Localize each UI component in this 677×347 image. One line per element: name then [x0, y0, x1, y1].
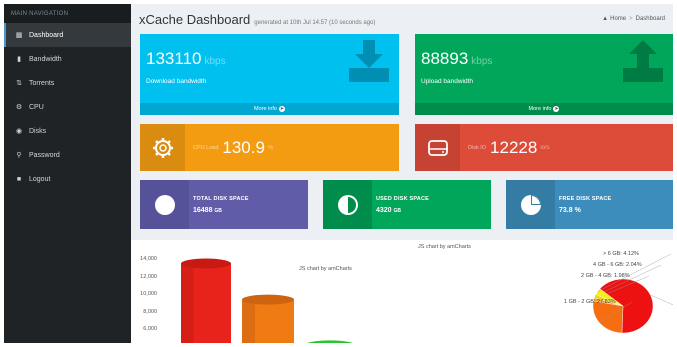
breadcrumb-home[interactable]: Home	[610, 16, 626, 22]
upload-more-info[interactable]: More info ➤	[415, 103, 673, 115]
y-tick-label: 6,000	[143, 326, 157, 333]
arrow-circle-right-icon: ➤	[278, 106, 285, 112]
sidebar-item-logout[interactable]: ■ Logout	[4, 167, 131, 191]
cpu-icon: ⚙	[15, 104, 23, 111]
cpu-gear-icon	[140, 124, 185, 171]
bar-cylinder-top	[181, 258, 231, 269]
arrow-circle-right-icon: ➤	[553, 106, 560, 112]
pie-slice-label: 4 GB - 6 GB: 2.04%	[593, 262, 642, 268]
sidebar-item-cpu[interactable]: ⚙ CPU	[4, 95, 131, 119]
pie-slice-label: 2 GB - 4 GB: 1.98%	[581, 273, 630, 279]
sidebar-item-label: CPU	[29, 103, 44, 111]
total-disk-text: TOTAL DISK SPACE 16488 GB	[193, 196, 249, 214]
disk-io-unit: io/s	[540, 144, 550, 151]
pie-icon	[506, 180, 555, 229]
used-disk-label: USED DISK SPACE	[376, 195, 430, 202]
bar-cylinder-shade	[242, 299, 255, 343]
sidebar-item-label: Disks	[29, 127, 47, 135]
torrent-icon: ⇅	[16, 80, 22, 87]
download-unit: kbps	[204, 56, 226, 67]
pie-leader-line	[650, 294, 673, 306]
total-disk-unit: GB	[214, 207, 222, 214]
hard-drive-icon	[415, 124, 460, 171]
total-disk-value-row: 16488 GB	[193, 207, 249, 214]
bar-cylinder-top	[242, 294, 294, 305]
used-disk-unit: GB	[393, 207, 402, 214]
sidebar-item-disks[interactable]: ◉ Disks	[4, 119, 131, 143]
disk-io-box: Disk IO 12228 io/s	[415, 124, 673, 171]
sidebar: MAIN NAVIGATION ▩ Dashboard ▮ Bandwidth …	[4, 4, 131, 343]
home-icon: ▲	[602, 16, 609, 22]
download-icon	[349, 40, 389, 82]
bar-chart-icon: ▮	[17, 56, 21, 63]
cpu-box: CPU Load 130.9 %	[140, 124, 399, 171]
cpu-unit: %	[267, 144, 274, 151]
download-more-info[interactable]: More info ➤	[140, 103, 399, 115]
bar-chart	[181, 258, 353, 343]
nav-header: MAIN NAVIGATION	[4, 4, 131, 23]
disk-io-label: Disk IO	[468, 144, 487, 151]
sidebar-item-torrents[interactable]: ⇅ Torrents	[4, 71, 131, 95]
y-tick-label: 12,000	[140, 273, 157, 280]
download-box: 133110 kbps Download bandwidth More info ➤	[140, 34, 399, 115]
breadcrumb-separator: >	[629, 16, 633, 22]
upload-value-row: 88893 kbps	[421, 49, 492, 69]
sidebar-item-bandwidth[interactable]: ▮ Bandwidth	[4, 47, 131, 71]
title-row: xCache Dashboard generated at 10th Jul 1…	[139, 12, 375, 27]
page-title: xCache Dashboard	[139, 12, 251, 27]
circle-full-icon	[140, 180, 189, 229]
sidebar-item-label: Bandwidth	[29, 55, 62, 63]
used-disk-value-row: 4320 GB	[376, 207, 429, 214]
download-more-label: More info	[254, 106, 277, 112]
sidebar-item-label: Password	[29, 151, 60, 159]
used-disk-box: USED DISK SPACE 4320 GB	[323, 180, 491, 229]
bar-cylinder-top	[307, 340, 353, 343]
page-subtitle: generated at 10th Jul 14:57 (10 seconds …	[254, 20, 376, 26]
total-disk-box: TOTAL DISK SPACE 16488 GB	[140, 180, 308, 229]
charts-panel: 14,00012,00010,0008,0006,0004,000 JS cha…	[131, 240, 673, 343]
pie-slice-label: > 6 GB: 4.12%	[603, 251, 639, 257]
upload-value: 88893	[421, 49, 469, 68]
sidebar-item-label: Torrents	[29, 79, 55, 87]
key-icon: ⚲	[16, 152, 22, 159]
bar-cylinder-shade	[181, 263, 194, 343]
upload-label: Upload bandwidth	[421, 78, 474, 85]
sidebar-item-label: Dashboard	[29, 31, 64, 39]
breadcrumb-current: Dashboard	[635, 16, 665, 22]
y-tick-label: 14,000	[140, 256, 157, 262]
main-content: xCache Dashboard generated at 10th Jul 1…	[131, 4, 673, 343]
dashboard-icon: ▩	[15, 32, 23, 39]
sidebar-item-label: Logout	[29, 175, 51, 183]
pie-slice-label: 1 GB - 2 GB: 27.83%	[564, 299, 616, 305]
cpu-value: 130.9	[222, 137, 265, 157]
download-value: 133110	[146, 49, 202, 68]
free-disk-text: FREE DISK SPACE 73.8 %	[559, 196, 611, 214]
used-disk-text: USED DISK SPACE 4320 GB	[376, 196, 429, 214]
sidebar-item-password[interactable]: ⚲ Password	[4, 143, 131, 167]
download-label: Download bandwidth	[146, 78, 207, 85]
y-tick-label: 10,000	[140, 291, 157, 298]
sidebar-item-dashboard[interactable]: ▩ Dashboard	[4, 23, 131, 47]
upload-unit: kbps	[471, 56, 493, 67]
lock-icon: ■	[16, 175, 22, 183]
disk-icon: ◉	[15, 128, 23, 135]
breadcrumb: ▲ Home > Dashboard	[602, 16, 665, 22]
free-disk-label: FREE DISK SPACE	[559, 195, 612, 202]
free-disk-box: FREE DISK SPACE 73.8 %	[506, 180, 673, 229]
upload-box: 88893 kbps Upload bandwidth More info ➤	[415, 34, 673, 115]
circle-half-icon	[323, 180, 372, 229]
disk-io-value: 12228	[490, 137, 538, 157]
total-disk-label: TOTAL DISK SPACE	[193, 195, 249, 202]
free-disk-value: 73.8 %	[559, 206, 581, 214]
download-value-row: 133110 kbps	[146, 49, 226, 69]
used-disk-value: 4320	[376, 206, 392, 214]
cpu-label: CPU Load	[193, 144, 219, 151]
pie-slice	[592, 300, 624, 334]
total-disk-value: 16488	[193, 206, 213, 214]
upload-icon	[623, 40, 663, 82]
bar-chart-credit[interactable]: JS chart by amCharts	[299, 266, 352, 272]
upload-more-label: More info	[528, 106, 552, 112]
y-tick-label: 8,000	[143, 308, 157, 315]
